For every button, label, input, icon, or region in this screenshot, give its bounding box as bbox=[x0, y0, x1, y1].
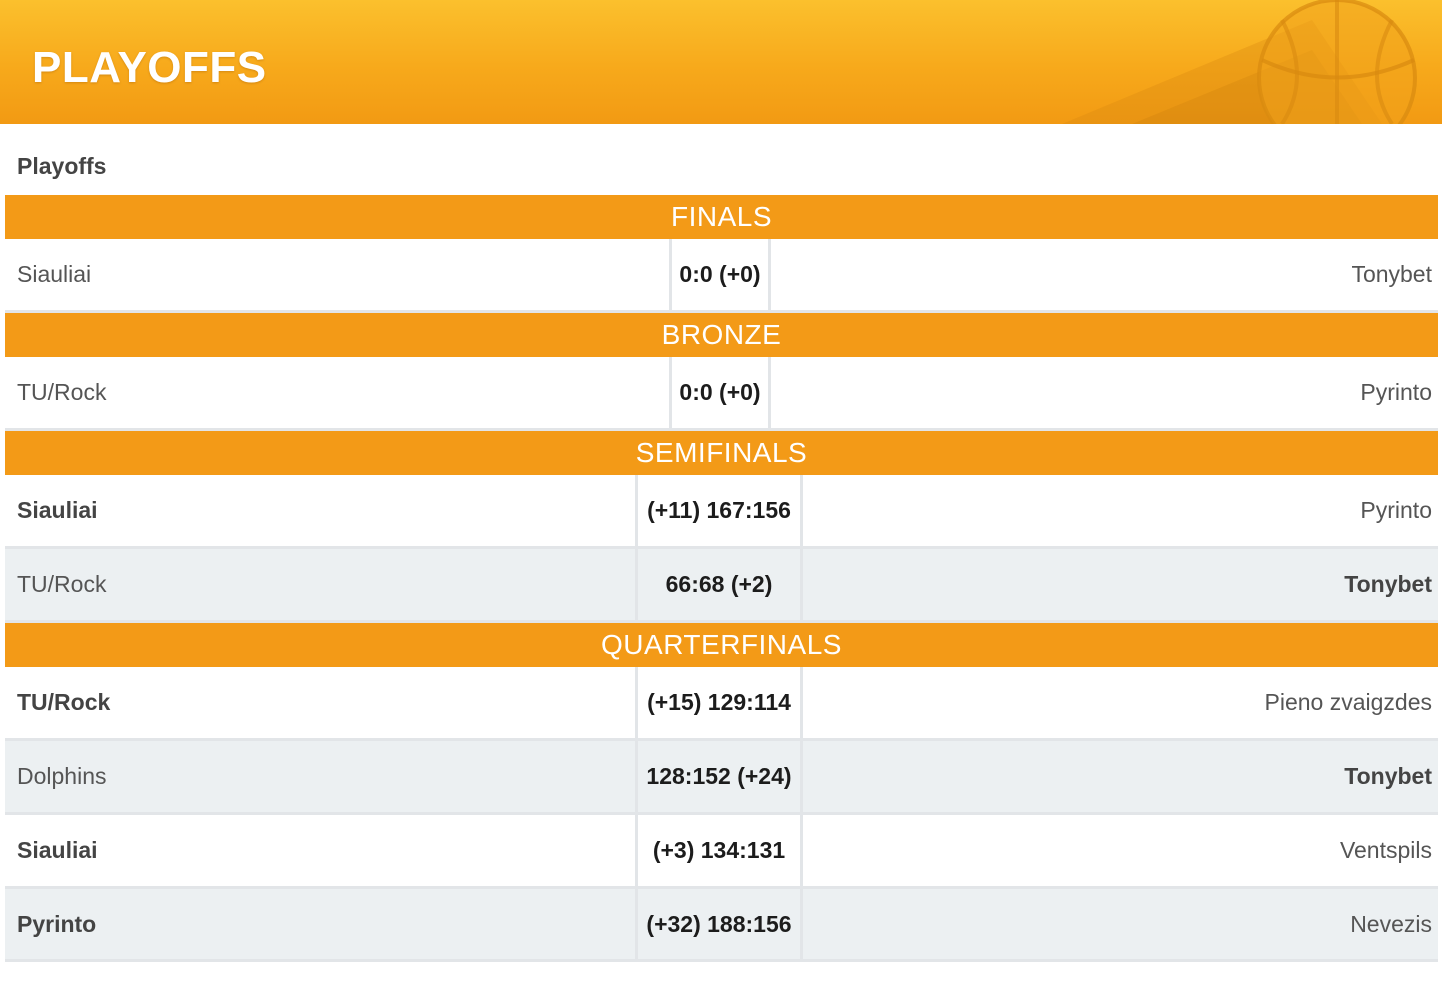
match-score[interactable]: (+15) 129:114 bbox=[635, 667, 803, 738]
away-team[interactable]: Pieno zvaigzdes bbox=[1265, 667, 1433, 738]
match-score[interactable]: 0:0 (+0) bbox=[669, 239, 771, 310]
match-row[interactable]: Dolphins 128:152 (+24) Tonybet bbox=[5, 741, 1438, 815]
home-team[interactable]: TU/Rock bbox=[17, 549, 106, 620]
match-row[interactable]: TU/Rock 0:0 (+0) Pyrinto bbox=[5, 357, 1438, 431]
match-row[interactable]: TU/Rock 66:68 (+2) Tonybet bbox=[5, 549, 1438, 623]
section-subtitle: Playoffs bbox=[17, 153, 107, 179]
section-header-quarterfinals: QUARTERFINALS bbox=[5, 623, 1438, 667]
home-team[interactable]: TU/Rock bbox=[17, 667, 110, 738]
match-score[interactable]: (+11) 167:156 bbox=[635, 475, 803, 546]
home-team[interactable]: Siauliai bbox=[17, 239, 91, 310]
match-score[interactable]: (+3) 134:131 bbox=[635, 815, 803, 886]
match-score[interactable]: 66:68 (+2) bbox=[635, 549, 803, 620]
match-row[interactable]: Pyrinto (+32) 188:156 Nevezis bbox=[5, 889, 1438, 962]
playoffs-table: FINALS Siauliai 0:0 (+0) Tonybet BRONZE … bbox=[5, 195, 1438, 962]
away-team[interactable]: Tonybet bbox=[1344, 549, 1432, 620]
match-row[interactable]: Siauliai (+11) 167:156 Pyrinto bbox=[5, 475, 1438, 549]
match-row[interactable]: TU/Rock (+15) 129:114 Pieno zvaigzdes bbox=[5, 667, 1438, 741]
match-row[interactable]: Siauliai 0:0 (+0) Tonybet bbox=[5, 239, 1438, 313]
away-team[interactable]: Nevezis bbox=[1350, 889, 1432, 959]
page-header: PLAYOFFS bbox=[0, 0, 1442, 124]
away-team[interactable]: Pyrinto bbox=[1360, 475, 1432, 546]
home-team[interactable]: Pyrinto bbox=[17, 889, 96, 959]
section-header-finals: FINALS bbox=[5, 195, 1438, 239]
home-team[interactable]: Siauliai bbox=[17, 475, 98, 546]
match-score[interactable]: 0:0 (+0) bbox=[669, 357, 771, 428]
page-title: PLAYOFFS bbox=[32, 43, 267, 92]
basketball-icon bbox=[1062, 0, 1417, 124]
home-team[interactable]: TU/Rock bbox=[17, 357, 106, 428]
match-score[interactable]: 128:152 (+24) bbox=[635, 741, 803, 812]
match-row[interactable]: Siauliai (+3) 134:131 Ventspils bbox=[5, 815, 1438, 889]
home-team[interactable]: Siauliai bbox=[17, 815, 98, 886]
section-header-bronze: BRONZE bbox=[5, 313, 1438, 357]
home-team[interactable]: Dolphins bbox=[17, 741, 107, 812]
match-score[interactable]: (+32) 188:156 bbox=[635, 889, 803, 959]
section-header-semifinals: SEMIFINALS bbox=[5, 431, 1438, 475]
away-team[interactable]: Pyrinto bbox=[1360, 357, 1432, 428]
away-team[interactable]: Ventspils bbox=[1340, 815, 1432, 886]
away-team[interactable]: Tonybet bbox=[1351, 239, 1432, 310]
away-team[interactable]: Tonybet bbox=[1344, 741, 1432, 812]
